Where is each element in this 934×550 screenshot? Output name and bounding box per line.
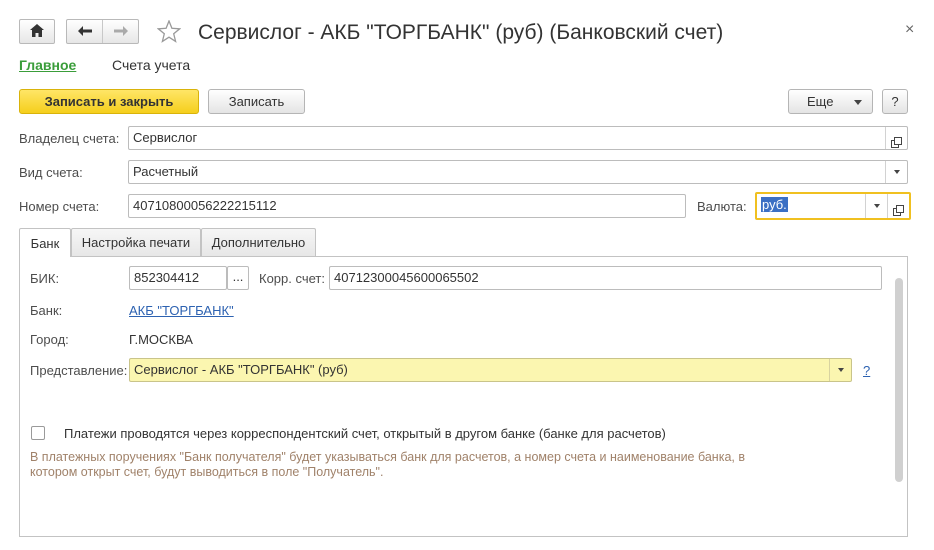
close-icon[interactable]: × [905, 22, 914, 38]
currency-label: Валюта: [697, 199, 747, 214]
open-form-icon [891, 133, 902, 148]
forward-button[interactable] [102, 20, 138, 43]
star-icon[interactable] [156, 19, 182, 46]
arrow-right-icon [113, 24, 128, 39]
chevron-down-icon [837, 368, 844, 372]
city-label: Город: [30, 332, 69, 347]
corr-via-other-bank-checkbox[interactable] [31, 426, 45, 440]
currency-dropdown-button[interactable] [865, 194, 887, 218]
account-type-dropdown-button[interactable] [885, 161, 907, 183]
account-number-label: Номер счета: [19, 199, 100, 214]
account-type-value: Расчетный [133, 164, 199, 179]
representation-field[interactable]: Сервислог - АКБ "ТОРГБАНК" (руб) [129, 358, 852, 382]
corr-via-other-bank-label[interactable]: Платежи проводятся через корреспондентск… [64, 426, 666, 442]
tab-additional[interactable]: Дополнительно [201, 228, 316, 256]
chevron-down-icon [854, 100, 862, 105]
bik-select-button[interactable]: ... [227, 266, 249, 290]
save-button[interactable]: Записать [208, 89, 305, 114]
section-main-link[interactable]: Главное [19, 57, 76, 73]
representation-label: Представление: [30, 363, 128, 378]
help-button[interactable]: ? [882, 89, 908, 114]
tab-print-settings[interactable]: Настройка печати [71, 228, 201, 256]
account-type-label: Вид счета: [19, 165, 83, 180]
representation-value: Сервислог - АКБ "ТОРГБАНК" (руб) [134, 362, 348, 377]
bik-label: БИК: [30, 271, 60, 286]
more-button[interactable]: Еще [788, 89, 873, 114]
owner-open-button[interactable] [885, 127, 907, 149]
bank-tab-panel [19, 256, 908, 537]
representation-help-link[interactable]: ? [863, 363, 870, 379]
save-and-close-button[interactable]: Записать и закрыть [19, 89, 199, 114]
corr-account-input[interactable]: 40712300045600065502 [329, 266, 882, 290]
open-form-icon [893, 201, 904, 216]
tab-bank[interactable]: Банк [19, 228, 71, 257]
home-icon [30, 23, 44, 40]
corr-account-label: Корр. счет: [259, 271, 325, 286]
account-number-input[interactable]: 40710800056222215112 [128, 194, 686, 218]
back-button[interactable] [67, 20, 102, 43]
currency-value: руб. [761, 197, 788, 212]
currency-open-button[interactable] [887, 194, 909, 218]
home-button[interactable] [19, 19, 55, 44]
bik-input[interactable]: 852304412 [129, 266, 227, 290]
bank-link[interactable]: АКБ "ТОРГБАНК" [129, 303, 234, 319]
representation-dropdown-button[interactable] [829, 359, 851, 381]
currency-field[interactable]: руб. [755, 192, 911, 220]
navigation-buttons [66, 19, 139, 44]
more-button-label: Еще [807, 94, 834, 109]
panel-scrollbar[interactable] [895, 278, 903, 482]
chevron-down-icon [873, 204, 880, 208]
owner-label: Владелец счета: [19, 131, 120, 146]
city-value: Г.МОСКВА [129, 332, 193, 347]
arrow-left-icon [77, 24, 92, 39]
section-accounts-link[interactable]: Счета учета [112, 57, 190, 73]
hint-text: В платежных поручениях "Банк получателя"… [30, 450, 745, 479]
window-title: Сервислог - АКБ "ТОРГБАНК" (руб) (Банков… [198, 21, 724, 44]
owner-value: Сервислог [133, 130, 198, 145]
account-type-select[interactable]: Расчетный [128, 160, 908, 184]
chevron-down-icon [893, 170, 900, 174]
owner-field[interactable]: Сервислог [128, 126, 908, 150]
bank-label: Банк: [30, 303, 63, 318]
